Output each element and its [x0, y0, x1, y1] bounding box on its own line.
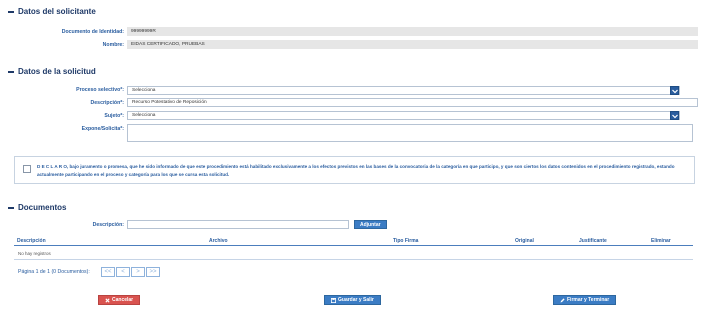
adjuntar-button[interactable]: Adjuntar — [354, 220, 387, 229]
cancelar-label: Cancelar — [112, 297, 134, 303]
save-icon — [331, 297, 336, 303]
proceso-label: Proceso selectivo*: — [76, 87, 124, 93]
dash-icon — [8, 70, 14, 73]
chevron-down-icon — [672, 89, 678, 94]
descripcion-label: Descripción*: — [90, 100, 124, 106]
documento-label: Documento de Identidad: — [61, 29, 124, 35]
section-solicitante-title: Datos del solicitante — [8, 7, 96, 16]
pager-info: Página 1 de 1 (0 Documentos): — [18, 269, 90, 275]
col-eliminar: Eliminar — [651, 238, 671, 244]
guardar-salir-button[interactable]: Guardar y Salir — [324, 295, 381, 305]
declaro-box: D E C L A R O, bajo juramento o promesa,… — [14, 156, 695, 184]
proceso-select-value: Selecciona — [132, 88, 156, 93]
expone-textarea[interactable] — [127, 124, 693, 142]
sujeto-dropdown-button[interactable] — [670, 111, 679, 120]
documento-field: 99999999R — [127, 27, 698, 36]
col-original: Original — [515, 238, 534, 244]
expone-label: Expone/Solicita*: — [81, 126, 124, 132]
chevron-down-icon — [672, 114, 678, 119]
sujeto-select-value: Selecciona — [132, 113, 156, 118]
firmar-terminar-button[interactable]: Firmar y Terminar — [553, 295, 617, 305]
empty-table-message: No hay registros — [18, 251, 51, 256]
firmar-label: Firmar y Terminar — [567, 297, 610, 303]
dash-icon — [8, 206, 14, 209]
table-divider — [14, 259, 693, 260]
pager-last-button[interactable]: >> — [146, 267, 160, 277]
declaro-checkbox[interactable] — [23, 165, 31, 173]
pager-first-button[interactable]: << — [101, 267, 115, 277]
pager-next-button[interactable]: > — [131, 267, 145, 277]
col-justificante: Justificante — [579, 238, 607, 244]
section-documentos-title: Documentos — [8, 203, 66, 212]
dash-icon — [8, 10, 14, 13]
col-archivo: Archivo — [209, 238, 228, 244]
col-tipo-firma: Tipo Firma — [393, 238, 419, 244]
pager-controls: << < > >> — [101, 267, 161, 277]
section-solicitud-title: Datos de la solicitud — [8, 67, 96, 76]
nombre-label: Nombre: — [102, 42, 124, 48]
cancelar-button[interactable]: Cancelar — [98, 295, 141, 305]
proceso-dropdown-button[interactable] — [670, 86, 679, 95]
proceso-select[interactable]: Selecciona — [127, 86, 680, 95]
pencil-icon — [560, 297, 565, 302]
declaro-text: D E C L A R O, bajo juramento o promesa,… — [37, 164, 675, 177]
guardar-label: Guardar y Salir — [338, 297, 374, 303]
doc-descripcion-label: Descripción: — [92, 222, 124, 228]
descripcion-input[interactable]: Recurso Potestativo de Reposición — [127, 98, 698, 107]
documents-table-header: Descripción Archivo Tipo Firma Original … — [14, 236, 693, 246]
sujeto-label: Sujeto*: — [104, 113, 124, 119]
close-icon — [105, 297, 110, 303]
sujeto-select[interactable]: Selecciona — [127, 111, 680, 120]
nombre-field: EIDAS CERTIFICADO, PRUEBAS — [127, 40, 698, 49]
doc-descripcion-input[interactable] — [127, 220, 349, 229]
pager-prev-button[interactable]: < — [116, 267, 130, 277]
col-descripcion: Descripción — [17, 238, 46, 244]
